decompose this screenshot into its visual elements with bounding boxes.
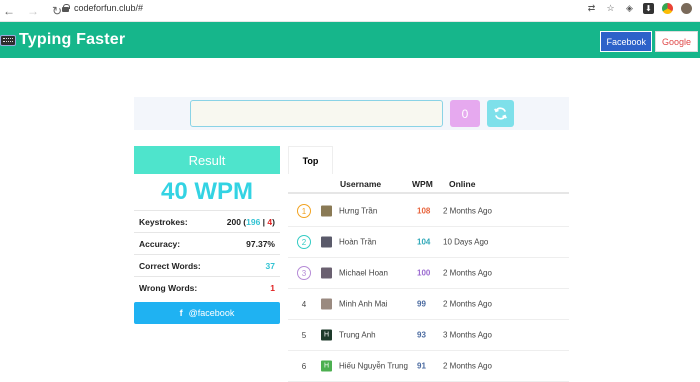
browser-toolbar: ← → ↻ codeforfun.club/# ⇄ ☆ ◈ ⬇: [0, 0, 700, 22]
keystrokes-value: 200 (196 | 4): [226, 216, 275, 227]
user-avatar: [321, 267, 332, 279]
keystrokes-wrong: 4: [267, 216, 273, 227]
url-text: codeforfun.club/#: [74, 3, 144, 13]
row-username: Minh Anh Mai: [339, 299, 388, 309]
user-avatar: [321, 205, 332, 217]
keystrokes-row: Keystrokes: 200 (196 | 4): [134, 210, 280, 232]
leaderboard-row[interactable]: 2 Hoàn Trần 104 10 Days Ago: [288, 227, 569, 258]
row-wpm: 104: [417, 237, 431, 247]
rank-badge: 6: [301, 361, 307, 371]
row-username: Michael Hoan: [339, 268, 388, 278]
keystrokes-correct: 196: [246, 216, 261, 227]
result-wpm: 40 WPM: [160, 178, 253, 205]
forward-icon[interactable]: →: [26, 4, 40, 18]
rank-badge: 5: [301, 330, 307, 340]
row-online: 2 Months Ago: [443, 268, 492, 278]
result-title: Result: [134, 146, 280, 174]
translate-icon[interactable]: ⇄: [586, 3, 597, 14]
leaderboard-header: Username WPM Online: [288, 174, 569, 194]
row-username: Hiếu Nguyễn Trung: [339, 361, 408, 371]
profile-avatar-icon[interactable]: [681, 3, 692, 14]
leaderboard-row[interactable]: 6 H Hiếu Nguyễn Trung 91 2 Months Ago: [288, 351, 569, 382]
correct-words-label: Correct Words:: [139, 260, 201, 271]
refresh-button[interactable]: [487, 100, 514, 127]
row-online: 2 Months Ago: [443, 361, 492, 371]
column-username: Username: [340, 179, 382, 189]
rank-badge: 1: [297, 204, 311, 218]
wrong-words-row: Wrong Words: 1: [134, 276, 280, 298]
chrome-icon[interactable]: [662, 3, 673, 14]
share-facebook-button[interactable]: f @facebook: [134, 302, 280, 324]
keyboard-logo-icon: [0, 34, 16, 46]
row-online: 2 Months Ago: [443, 299, 492, 309]
user-avatar: H: [321, 329, 332, 341]
row-online: 2 Months Ago: [443, 206, 492, 216]
typing-input[interactable]: [190, 100, 443, 127]
wrong-words-value: 1: [270, 282, 275, 293]
brand-title[interactable]: Typing Faster: [19, 31, 125, 49]
leaderboard-row[interactable]: 3 Michael Hoan 100 2 Months Ago: [288, 258, 569, 289]
accuracy-label: Accuracy:: [139, 238, 181, 249]
row-online: 10 Days Ago: [443, 237, 489, 247]
timer-counter: 0: [450, 100, 480, 127]
column-online: Online: [449, 179, 476, 189]
user-avatar: H: [321, 360, 332, 372]
leaderboard-row[interactable]: 5 H Trung Anh 93 3 Months Ago: [288, 320, 569, 351]
refresh-icon: [494, 107, 507, 120]
wrong-words-label: Wrong Words:: [139, 282, 198, 293]
keystrokes-label: Keystrokes:: [139, 216, 188, 227]
user-avatar: [321, 236, 332, 248]
result-card: Result 40 WPM Keystrokes: 200 (196 | 4) …: [134, 146, 280, 324]
accuracy-value: 97.37%: [246, 238, 275, 249]
shield-icon[interactable]: ◈: [624, 3, 635, 14]
tab-top[interactable]: Top: [288, 146, 333, 174]
address-bar[interactable]: codeforfun.club/#: [62, 3, 143, 13]
accuracy-row: Accuracy: 97.37%: [134, 232, 280, 254]
google-login-button[interactable]: Google: [654, 31, 698, 52]
download-icon[interactable]: ⬇: [643, 3, 654, 14]
row-username: Hưng Trần: [339, 206, 378, 216]
app-header: Typing Faster Facebook Google: [0, 22, 700, 58]
row-wpm: 100: [417, 268, 431, 278]
column-wpm: WPM: [412, 179, 433, 189]
share-facebook-label: @facebook: [188, 308, 235, 318]
row-wpm: 99: [417, 299, 426, 309]
user-avatar: [321, 298, 332, 310]
lock-icon: [62, 4, 70, 12]
row-username: Hoàn Trần: [339, 237, 377, 247]
rank-badge: 2: [297, 235, 311, 249]
correct-words-row: Correct Words: 37: [134, 254, 280, 276]
row-online: 3 Months Ago: [443, 330, 492, 340]
facebook-icon: f: [179, 308, 183, 318]
leaderboard-row[interactable]: 4 Minh Anh Mai 99 2 Months Ago: [288, 289, 569, 320]
leaderboard-row[interactable]: 1 Hưng Trần 108 2 Months Ago: [288, 196, 569, 227]
facebook-login-button[interactable]: Facebook: [600, 31, 652, 52]
row-wpm: 91: [417, 361, 426, 371]
row-wpm: 93: [417, 330, 426, 340]
row-username: Trung Anh: [339, 330, 376, 340]
typing-bar: 0: [134, 97, 569, 130]
bookmark-star-icon[interactable]: ☆: [605, 3, 616, 14]
row-wpm: 108: [417, 206, 431, 216]
back-icon[interactable]: ←: [2, 4, 16, 18]
rank-badge: 3: [297, 266, 311, 280]
rank-badge: 4: [301, 299, 307, 309]
correct-words-value: 37: [265, 260, 275, 271]
